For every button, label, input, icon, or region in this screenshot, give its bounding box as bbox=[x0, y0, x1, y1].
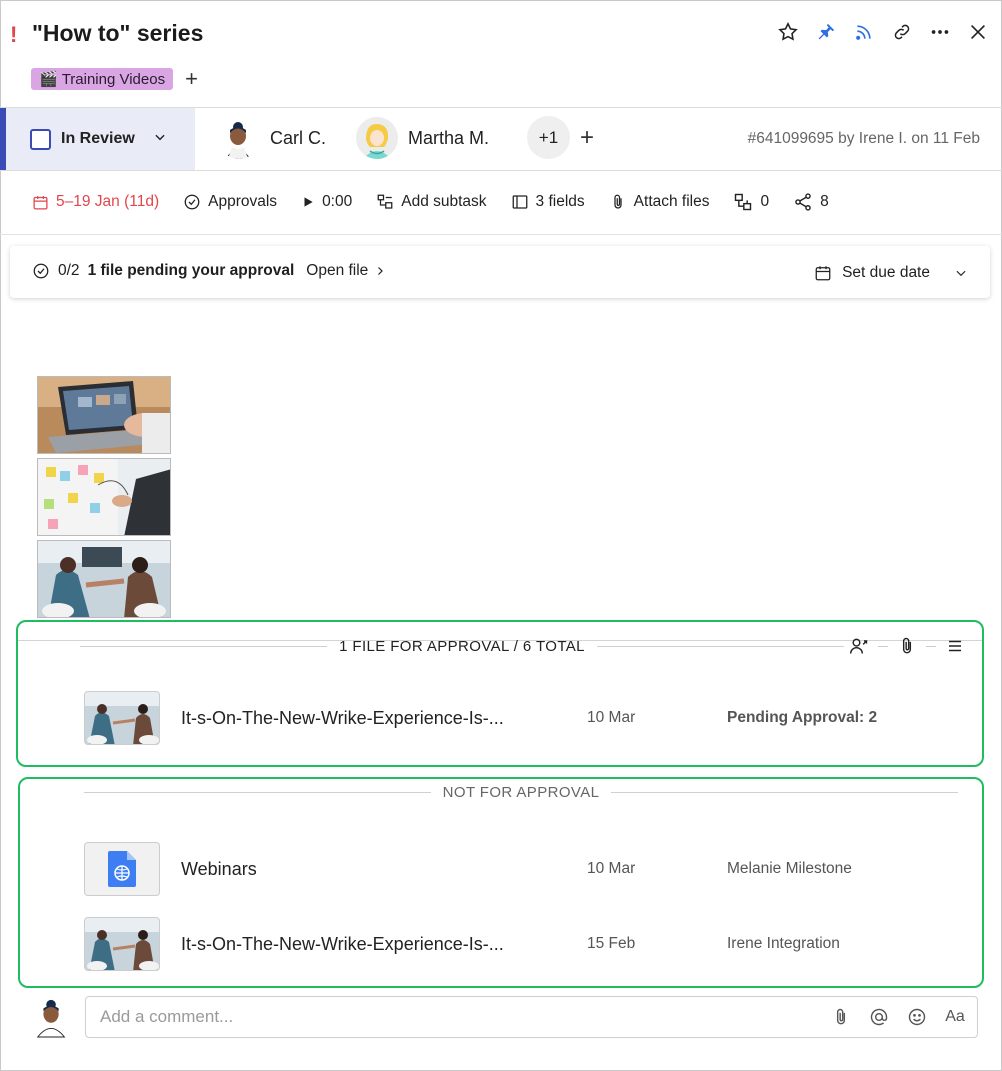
add-subtask-button[interactable]: Add subtask bbox=[376, 193, 487, 211]
avatar bbox=[218, 117, 260, 159]
share-button[interactable]: 8 bbox=[793, 192, 829, 212]
check-circle-icon bbox=[184, 194, 200, 210]
chevron-down-icon bbox=[153, 130, 167, 149]
tag-row: 🎬 Training Videos + bbox=[31, 68, 198, 90]
timer-button[interactable]: 0:00 bbox=[301, 193, 352, 211]
pin-icon[interactable] bbox=[814, 20, 838, 44]
assign-approver-icon[interactable] bbox=[848, 635, 870, 657]
paperclip-icon bbox=[614, 194, 622, 209]
image-laptop-meeting[interactable] bbox=[37, 376, 171, 454]
list-view-icon[interactable] bbox=[944, 635, 966, 657]
header-actions bbox=[776, 20, 990, 44]
divider bbox=[0, 234, 1002, 235]
file-row[interactable]: Webinars 10 Mar Melanie Milestone bbox=[20, 841, 982, 897]
google-doc-thumbnail bbox=[84, 842, 160, 896]
file-owner: Irene Integration bbox=[727, 935, 840, 952]
chevron-right-icon bbox=[378, 267, 384, 275]
assignee-name: Martha M. bbox=[408, 127, 490, 148]
add-subtask-label: Add subtask bbox=[401, 193, 487, 210]
calendar-icon bbox=[815, 266, 831, 281]
status-dropdown[interactable]: In Review bbox=[0, 108, 195, 170]
file-date: 10 Mar bbox=[587, 860, 636, 877]
add-assignee-button[interactable]: + bbox=[580, 124, 594, 152]
dates-label: 5–19 Jan (11d) bbox=[56, 193, 160, 210]
share-count: 8 bbox=[820, 193, 829, 210]
dependency-icon bbox=[735, 193, 752, 211]
dependencies-button[interactable]: 0 bbox=[733, 192, 769, 212]
file-date: 10 Mar bbox=[587, 709, 636, 726]
approval-count: 0/2 bbox=[58, 262, 80, 279]
assignee-name: Carl C. bbox=[270, 127, 327, 148]
paperclip-icon[interactable] bbox=[896, 635, 918, 657]
mention-icon[interactable] bbox=[867, 1005, 891, 1029]
fields-icon bbox=[512, 195, 527, 209]
approvals-label: Approvals bbox=[208, 193, 278, 210]
priority-icon[interactable]: ! bbox=[10, 22, 17, 48]
subtask-icon bbox=[377, 194, 393, 209]
avatar bbox=[356, 117, 398, 159]
assignee-carl[interactable]: Carl C. bbox=[218, 117, 326, 159]
image-whiteboard-notes[interactable] bbox=[37, 458, 171, 536]
dates-button[interactable]: 5–19 Jan (11d) bbox=[32, 193, 159, 211]
google-doc-icon bbox=[108, 851, 136, 887]
chevron-down-icon bbox=[956, 270, 966, 277]
comment-input[interactable] bbox=[100, 997, 800, 1037]
file-date: 15 Feb bbox=[587, 935, 636, 952]
description-images bbox=[37, 376, 171, 622]
file-name: It-s-On-The-New-Wrike-Experience-Is-... bbox=[181, 933, 504, 954]
section-title: NOT FOR APPROVAL bbox=[442, 784, 600, 801]
open-file-label: Open file bbox=[306, 262, 369, 279]
task-title[interactable]: "How to" series bbox=[32, 20, 203, 47]
file-name: It-s-On-The-New-Wrike-Experience-Is-... bbox=[181, 707, 504, 728]
star-icon[interactable] bbox=[776, 20, 800, 44]
status-label: In Review bbox=[61, 130, 135, 147]
section-title: 1 FILE FOR APPROVAL / 6 TOTAL bbox=[339, 637, 585, 655]
file-name: Webinars bbox=[181, 858, 257, 879]
text-format-button[interactable]: Aa bbox=[943, 1005, 967, 1029]
paperclip-icon[interactable] bbox=[829, 1005, 853, 1029]
file-row[interactable]: It-s-On-The-New-Wrike-Experience-Is-... … bbox=[20, 916, 982, 972]
play-icon bbox=[304, 197, 313, 207]
image-office-handshake[interactable] bbox=[37, 540, 171, 618]
attach-files-label: Attach files bbox=[633, 193, 710, 210]
files-for-approval-section: 1 FILE FOR APPROVAL / 6 TOTAL It-s-On-Th… bbox=[16, 620, 984, 767]
file-thumbnail bbox=[84, 917, 160, 971]
close-icon[interactable] bbox=[966, 20, 990, 44]
attach-files-button[interactable]: Attach files bbox=[609, 193, 710, 211]
emoji-icon[interactable] bbox=[905, 1005, 929, 1029]
approvals-button[interactable]: Approvals bbox=[183, 193, 277, 211]
open-file-link[interactable]: Open file bbox=[306, 262, 386, 280]
approval-banner: 0/2 1 file pending your approval Open fi… bbox=[10, 246, 990, 298]
share-icon bbox=[795, 193, 811, 211]
calendar-icon bbox=[33, 195, 48, 210]
status-checkbox[interactable] bbox=[30, 128, 51, 150]
clapper-icon: 🎬 bbox=[39, 71, 58, 88]
current-user-avatar bbox=[32, 996, 72, 1038]
file-owner: Melanie Milestone bbox=[727, 860, 852, 877]
set-due-date-label: Set due date bbox=[842, 264, 930, 281]
more-assignees-badge[interactable]: +1 bbox=[527, 116, 570, 159]
file-thumbnail bbox=[84, 691, 160, 745]
assignee-martha[interactable]: Martha M. bbox=[356, 117, 489, 159]
task-id: #641099695 by Irene I. on 11 Feb bbox=[747, 130, 980, 147]
dependencies-count: 0 bbox=[760, 193, 770, 210]
check-circle-icon bbox=[33, 263, 49, 279]
link-icon[interactable] bbox=[890, 20, 914, 44]
add-tag-button[interactable]: + bbox=[185, 68, 198, 90]
rss-subscribe-icon[interactable] bbox=[852, 20, 876, 44]
folder-tag[interactable]: 🎬 Training Videos bbox=[31, 68, 174, 90]
comment-box: Aa bbox=[85, 996, 978, 1038]
task-toolbar: 5–19 Jan (11d) Approvals 0:00 Add subtas… bbox=[32, 192, 853, 212]
file-row[interactable]: It-s-On-The-New-Wrike-Experience-Is-... … bbox=[18, 690, 982, 746]
approval-message: 1 file pending your approval bbox=[87, 262, 295, 279]
timer-label: 0:00 bbox=[322, 193, 353, 210]
more-options-icon[interactable] bbox=[928, 20, 952, 44]
set-due-date-button[interactable]: Set due date bbox=[814, 264, 968, 282]
fields-label: 3 fields bbox=[535, 193, 585, 210]
approval-status: Pending Approval: 2 bbox=[727, 709, 878, 726]
folder-tag-label: Training Videos bbox=[61, 70, 166, 88]
fields-button[interactable]: 3 fields bbox=[511, 193, 585, 211]
files-not-for-approval-section: NOT FOR APPROVAL Webinars 10 Mar Melanie… bbox=[18, 777, 984, 988]
